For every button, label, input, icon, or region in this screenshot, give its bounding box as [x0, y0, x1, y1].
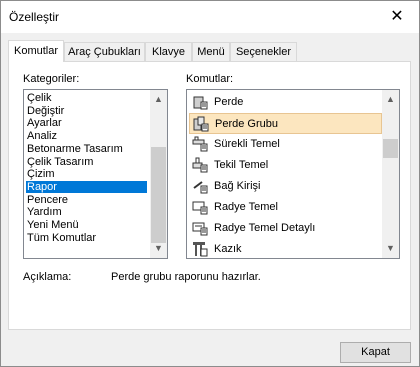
command-label: Perde — [214, 96, 244, 108]
customize-dialog: Özelleştir ✕ Komutlar Araç Çubukları Kla… — [0, 0, 420, 367]
description-text: Perde grubu raporunu hazırlar. — [111, 271, 261, 283]
command-label: Radye Temel — [214, 201, 278, 213]
tab-menu[interactable]: Menü — [192, 42, 230, 61]
single-footing-icon — [192, 157, 208, 173]
command-label: Perde Grubu — [215, 118, 278, 130]
pile-icon — [192, 241, 208, 257]
raft-foundation-detail-icon — [192, 220, 208, 236]
command-item[interactable]: Sürekli Temel — [189, 134, 382, 155]
category-item[interactable]: Değiştir — [26, 105, 147, 117]
category-item[interactable]: Pencere — [26, 194, 147, 206]
tab-toolbars[interactable]: Araç Çubukları — [64, 42, 145, 61]
category-item[interactable]: Çelik — [26, 92, 147, 104]
tab-commands[interactable]: Komutlar — [8, 40, 64, 62]
category-item[interactable]: Ayarlar — [26, 117, 147, 129]
command-item[interactable]: Radye Temel Detaylı — [189, 218, 382, 239]
title-bar: Özelleştir ✕ — [1, 1, 419, 33]
categories-label: Kategoriler: — [23, 73, 80, 85]
scroll-up-icon[interactable]: ▲ — [150, 91, 167, 108]
command-label: Radye Temel Detaylı — [214, 222, 316, 234]
category-item[interactable]: Çelik Tasarım — [26, 156, 147, 168]
category-item[interactable]: Tüm Komutlar — [26, 232, 147, 244]
window-title: Özelleştir — [9, 10, 60, 24]
tab-keyboard[interactable]: Klavye — [145, 42, 192, 61]
category-item[interactable]: Rapor — [26, 180, 147, 193]
command-item[interactable]: Perde Grubu — [189, 113, 382, 134]
close-icon[interactable]: ✕ — [387, 7, 407, 27]
commands-scrollbar[interactable]: ▲ ▼ — [382, 90, 399, 258]
tie-beam-icon — [192, 178, 208, 194]
command-label: Bağ Kirişi — [214, 180, 261, 192]
categories-scrollbar[interactable]: ▲ ▼ — [150, 90, 167, 258]
continuous-footing-icon — [192, 136, 208, 152]
close-button[interactable]: Kapat — [340, 342, 411, 363]
wall-group-icon — [193, 116, 209, 132]
command-label: Tekil Temel — [214, 159, 269, 171]
scroll-down-icon[interactable]: ▼ — [382, 240, 399, 257]
category-item[interactable]: Betonarme Tasarım — [26, 143, 147, 155]
tab-options[interactable]: Seçenekler — [230, 42, 297, 61]
scroll-down-icon[interactable]: ▼ — [150, 240, 167, 257]
command-item[interactable]: Radye Temel — [189, 197, 382, 218]
category-item[interactable]: Yardım — [26, 206, 147, 218]
command-label: Sürekli Temel — [214, 138, 280, 150]
wall-icon — [192, 94, 208, 110]
command-label: Kazık — [214, 243, 242, 255]
command-item[interactable]: Kazık — [189, 239, 382, 258]
category-item[interactable]: Analiz — [26, 130, 147, 142]
category-item[interactable]: Çizim — [26, 168, 147, 180]
description-label: Açıklama: — [23, 271, 72, 283]
category-item[interactable]: Yeni Menü — [26, 219, 147, 231]
raft-foundation-icon — [192, 199, 208, 215]
commands-tab-panel: Kategoriler: Komutlar: ▲ ▼ Çelik Değiştir… — [8, 61, 411, 330]
categories-listbox[interactable]: ▲ ▼ Çelik Değiştir Ayarlar Analiz Betonarme … — [23, 89, 168, 259]
command-item[interactable]: Tekil Temel — [189, 155, 382, 176]
commands-listbox[interactable]: ▲ ▼ Perde Perde Grubu Sürekli Temel Tekil T… — [186, 89, 400, 259]
command-item[interactable]: Perde — [189, 92, 382, 113]
scroll-up-icon[interactable]: ▲ — [382, 91, 399, 108]
command-item[interactable]: Bağ Kirişi — [189, 176, 382, 197]
commands-scroll-thumb[interactable] — [383, 139, 398, 158]
commands-label: Komutlar: — [186, 73, 234, 85]
categories-scroll-thumb[interactable] — [151, 147, 166, 243]
